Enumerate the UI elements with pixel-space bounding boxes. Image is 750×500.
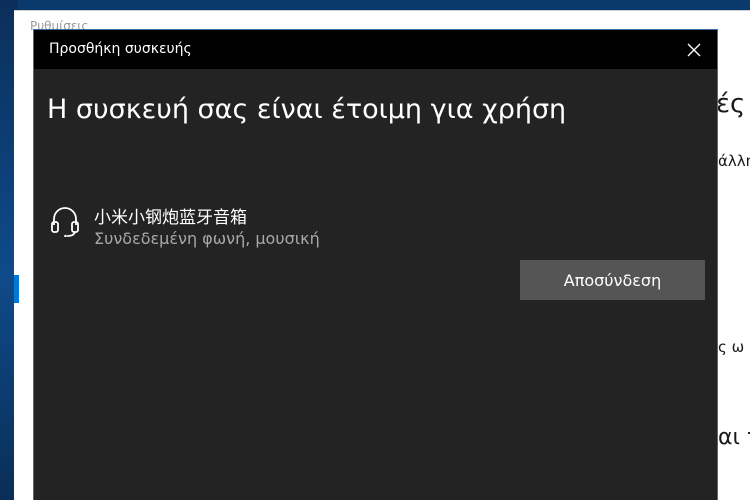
- settings-text-fragment: άλλη: [718, 152, 750, 170]
- selected-nav-indicator: [14, 275, 19, 303]
- settings-heading-fragment: ές: [716, 89, 746, 119]
- close-icon: [687, 43, 701, 56]
- settings-heading-fragment: αι τ: [718, 425, 750, 450]
- dialog-titlebar: Προσθήκη συσκευής: [34, 30, 717, 69]
- device-status: Συνδεδεμένη φωνή, μουσική: [94, 229, 320, 248]
- settings-text-fragment: ς ω: [718, 338, 745, 356]
- dialog-title: Προσθήκη συσκευής: [49, 41, 192, 57]
- disconnect-button[interactable]: Αποσύνδεση: [520, 260, 705, 300]
- close-button[interactable]: [671, 30, 717, 69]
- headset-icon: [51, 207, 79, 237]
- device-item: 小米小钢炮蓝牙音箱 Συνδεδεμένη φωνή, μουσική: [49, 202, 689, 254]
- device-name: 小米小钢炮蓝牙音箱: [94, 208, 247, 228]
- add-device-dialog: Προσθήκη συσκευής Η συσκευή σας είναι έτ…: [33, 29, 718, 500]
- dialog-heading: Η συσκευή σας είναι έτοιμη για χρήση: [47, 94, 567, 125]
